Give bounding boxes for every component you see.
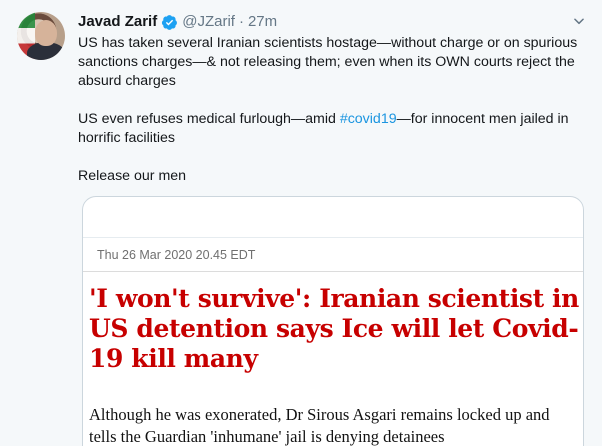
tweet-paragraph: Release our men [78, 168, 187, 184]
timestamp[interactable]: 27m [248, 12, 277, 32]
tweet: Javad Zarif @JZarif · 27m US has taken s… [0, 0, 602, 446]
chevron-down-icon[interactable] [568, 10, 590, 32]
verified-badge-icon [161, 14, 178, 31]
tweet-text: US has taken several Iranian scientists … [78, 34, 583, 205]
tweet-paragraph: US even refuses medical furlough—amid #c… [78, 110, 583, 148]
tweet-header: Javad Zarif @JZarif · 27m [78, 12, 277, 32]
tweet-paragraph: US has taken several Iranian scientists … [78, 35, 578, 89]
article-headline[interactable]: 'I won't survive': Iranian scientist in … [89, 284, 579, 374]
avatar-face [35, 20, 57, 46]
card-top-bar [83, 197, 583, 238]
separator-dot: · [238, 13, 244, 30]
divider [83, 271, 583, 272]
article-standfirst: Although he was exonerated, Dr Sirous As… [89, 405, 550, 446]
author-name[interactable]: Javad Zarif [78, 12, 157, 32]
article-date: Thu 26 Mar 2020 20.45 EDT [97, 248, 256, 262]
hashtag-link[interactable]: #covid19 [340, 111, 397, 127]
avatar[interactable] [17, 12, 65, 60]
author-handle[interactable]: @JZarif [182, 12, 235, 32]
link-preview-card[interactable]: Thu 26 Mar 2020 20.45 EDT 'I won't survi… [82, 196, 584, 446]
tweet-text-segment: US even refuses medical furlough—amid [78, 111, 340, 127]
